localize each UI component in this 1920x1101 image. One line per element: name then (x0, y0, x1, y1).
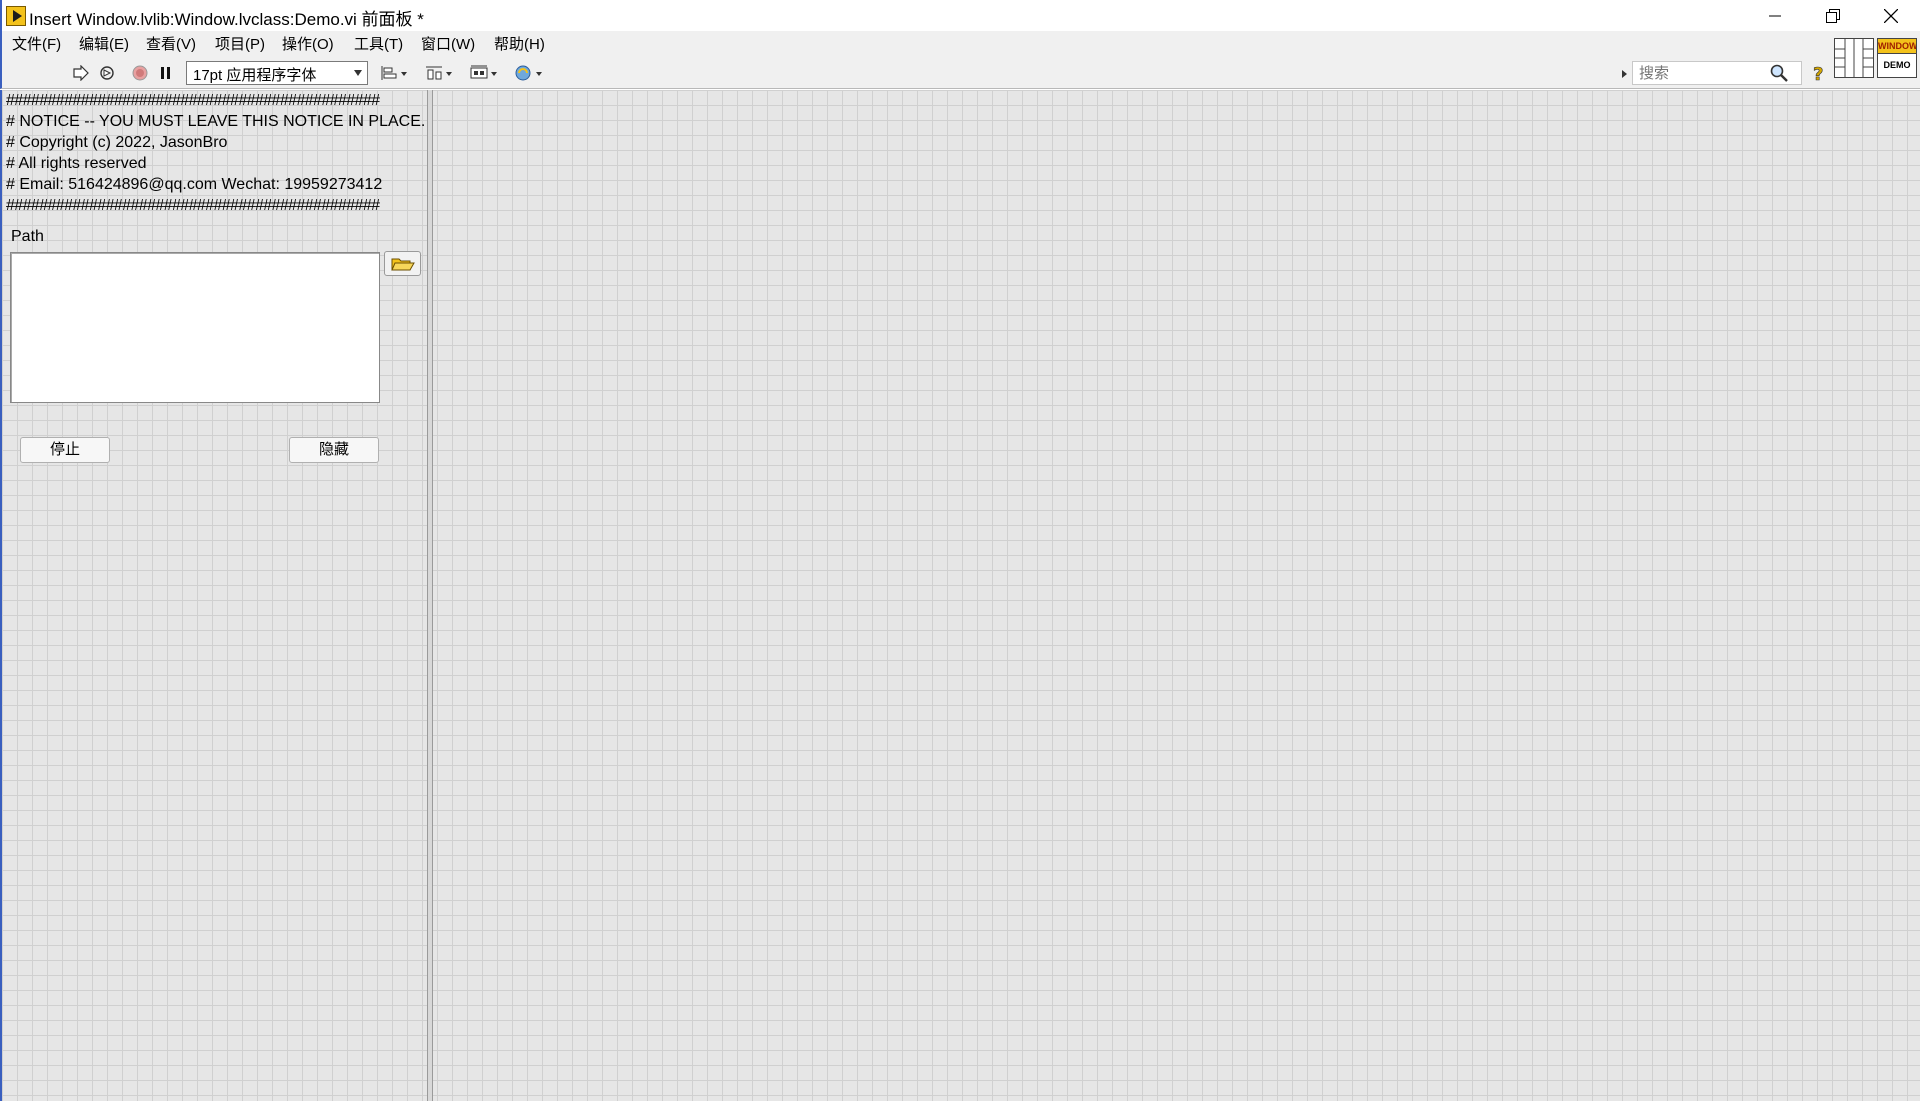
notice-line: # Email: 516424896@qq.com Wechat: 199592… (6, 176, 383, 193)
menu-project[interactable]: 项目(P) (215, 33, 265, 54)
stop-button[interactable]: 停止 (20, 437, 110, 463)
pause-button[interactable] (155, 63, 177, 83)
labview-app-icon (6, 6, 26, 26)
font-selector-value: 17pt 应用程序字体 (193, 67, 317, 84)
run-button[interactable] (70, 63, 92, 83)
run-arrow-icon (73, 65, 89, 81)
search-input[interactable] (1639, 63, 1769, 83)
text-settings-dropdown[interactable]: 17pt 应用程序字体 (186, 61, 368, 85)
distribute-objects-button[interactable] (423, 63, 455, 83)
abort-stop-icon (132, 65, 148, 81)
title-bar: Insert Window.lvlib:Window.lvclass:Demo.… (0, 0, 1920, 31)
menu-view[interactable]: 查看(V) (146, 33, 196, 54)
menu-window[interactable]: 窗口(W) (421, 33, 475, 54)
run-continuously-icon (100, 66, 114, 80)
close-button[interactable] (1862, 0, 1920, 31)
run-continuously-button[interactable] (96, 63, 118, 83)
reorder-icon (515, 65, 542, 81)
vi-icon-banner: WINDOW (1878, 39, 1916, 54)
minimize-icon (1769, 15, 1781, 16)
search-icon (1770, 64, 1788, 82)
pane-splitter[interactable] (427, 90, 433, 1101)
close-icon (1884, 8, 1898, 23)
context-help-button[interactable]: ? (1807, 63, 1829, 83)
resize-objects-button[interactable] (468, 63, 500, 83)
connector-pane-grid-icon (1835, 39, 1873, 77)
vi-icon-label: DEMO (1883, 60, 1911, 70)
notice-line: # All rights reserved (6, 155, 147, 172)
search-expand-icon[interactable] (1622, 70, 1627, 78)
notice-border-bottom: ########################################… (6, 197, 380, 214)
distribute-objects-icon (426, 66, 452, 80)
notice-border-top: ########################################… (6, 92, 380, 109)
menu-file[interactable]: 文件(F) (12, 33, 61, 54)
menu-help[interactable]: 帮助(H) (494, 33, 545, 54)
resize-objects-icon (470, 65, 497, 79)
path-label: Path (11, 228, 44, 245)
path-input[interactable] (10, 252, 380, 403)
folder-open-icon (390, 258, 415, 270)
chevron-down-icon (354, 70, 362, 76)
menu-edit[interactable]: 编辑(E) (79, 33, 129, 54)
notice-line: # NOTICE -- YOU MUST LEAVE THIS NOTICE I… (6, 113, 426, 130)
browse-button[interactable] (384, 251, 421, 276)
restore-icon (1826, 8, 1840, 23)
menu-tools[interactable]: 工具(T) (354, 33, 403, 54)
connector-pane[interactable] (1834, 38, 1874, 78)
notice-line: # Copyright (c) 2022, JasonBro (6, 134, 228, 151)
svg-text:?: ? (1813, 64, 1823, 83)
menu-operate[interactable]: 操作(O) (282, 33, 334, 54)
help-question-icon: ? (1813, 64, 1824, 83)
abort-button[interactable] (129, 63, 151, 83)
toolbar: 17pt 应用程序字体 ? (0, 56, 1920, 89)
front-panel-left-pane[interactable]: ########################################… (2, 90, 427, 1101)
hide-button[interactable]: 隐藏 (289, 437, 379, 463)
pause-icon (161, 67, 170, 79)
reorder-button[interactable] (513, 63, 545, 83)
vi-icon[interactable]: WINDOW DEMO (1877, 38, 1917, 78)
menu-bar: 文件(F) 编辑(E) 查看(V) 项目(P) 操作(O) 工具(T) 窗口(W… (0, 31, 1920, 56)
restore-button[interactable] (1804, 0, 1862, 31)
minimize-button[interactable] (1746, 0, 1804, 31)
window-title: Insert Window.lvlib:Window.lvclass:Demo.… (29, 10, 424, 29)
align-objects-button[interactable] (378, 63, 410, 83)
search-button[interactable] (1768, 63, 1790, 83)
align-objects-icon (381, 66, 407, 80)
